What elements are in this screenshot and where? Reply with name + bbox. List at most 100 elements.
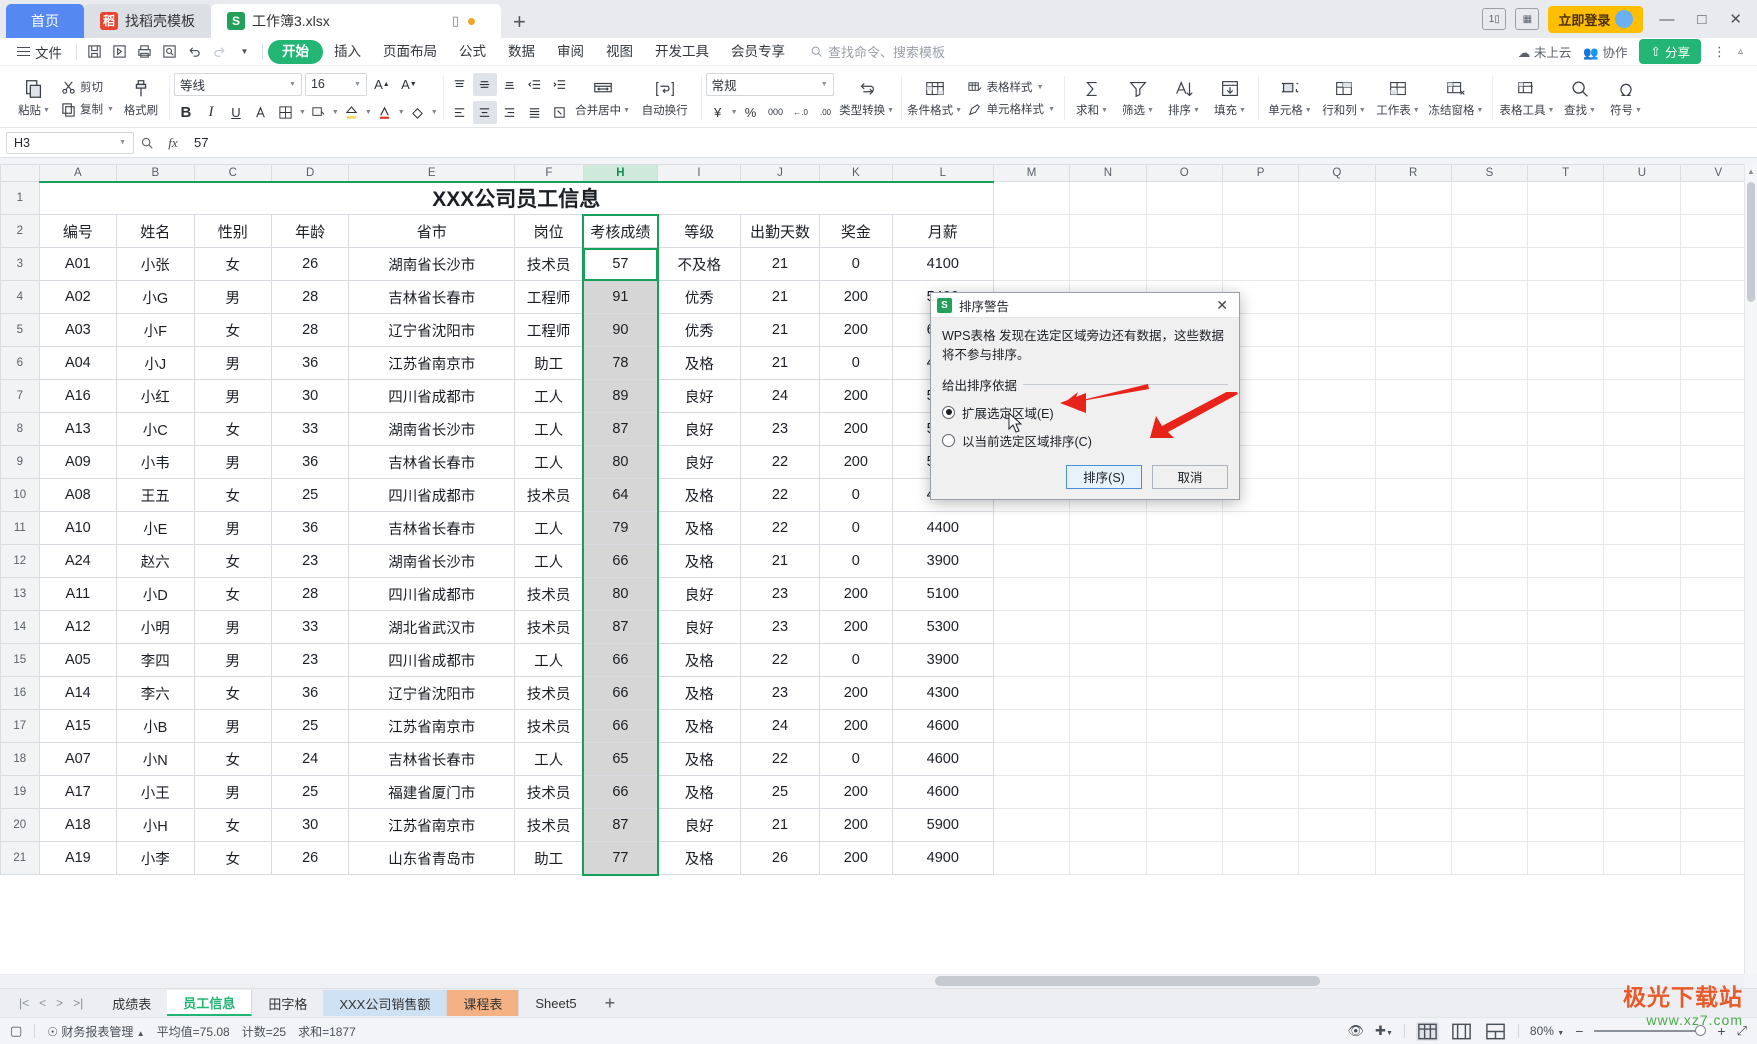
cell-L15[interactable]: 3900	[891, 643, 994, 677]
close-button[interactable]: ✕	[1722, 10, 1749, 28]
add-sheet-button[interactable]: +	[593, 993, 628, 1014]
cut-button[interactable]: 剪切	[57, 77, 118, 97]
select-all-corner[interactable]	[0, 164, 40, 182]
empty-cell[interactable]	[1298, 808, 1376, 842]
cell-E21[interactable]: 山东省青岛市	[348, 841, 516, 875]
sheet-tab-sheet5[interactable]: Sheet5	[519, 990, 593, 1016]
empty-cell[interactable]	[1450, 775, 1529, 809]
table-row[interactable]: 12 A24 赵六女 23 湖南省长沙市 工人 66 及格 21 0 3900	[0, 544, 1757, 578]
empty-cell[interactable]	[1298, 709, 1376, 743]
empty-cell[interactable]	[1145, 676, 1223, 710]
empty-cell[interactable]	[992, 742, 1071, 776]
row-header-12[interactable]: 12	[0, 544, 40, 578]
column-header-I[interactable]: I	[657, 164, 741, 182]
cell-J21[interactable]: 26	[739, 841, 820, 875]
empty-cell[interactable]	[1603, 181, 1681, 215]
cell-K7[interactable]: 200	[818, 379, 893, 413]
cell-F11[interactable]: 工人	[514, 511, 584, 545]
cell-K8[interactable]: 200	[818, 412, 893, 446]
cell-B6[interactable]: 小J	[116, 346, 195, 380]
cell-J16[interactable]: 23	[739, 676, 820, 710]
table-row[interactable]: 13 A11 小D 女 28 四川省成都市 技术员 80 良好 23 200 5100	[0, 577, 1757, 611]
empty-cell[interactable]	[1069, 709, 1147, 743]
empty-cell[interactable]	[1298, 346, 1376, 380]
type-convert-button[interactable]: 类型转换 ▼	[838, 70, 896, 126]
number-format-select[interactable]: 常规 ▼	[705, 72, 834, 96]
empty-cell[interactable]	[1527, 280, 1605, 314]
cell-F20[interactable]: 技术员	[514, 808, 584, 842]
empty-cell[interactable]	[1450, 478, 1529, 512]
column-header-P[interactable]: P	[1221, 164, 1300, 182]
empty-cell[interactable]	[1374, 313, 1452, 347]
cell-I8[interactable]: 良好	[657, 412, 741, 446]
row-header-4[interactable]: 4	[0, 280, 40, 314]
column-header-L[interactable]: L	[891, 164, 994, 182]
cell-D11[interactable]: 36	[270, 511, 350, 545]
cell-C10[interactable]: 女	[193, 478, 272, 512]
cell-J11[interactable]: 22	[739, 511, 820, 545]
cell-E16[interactable]: 辽宁省沈阳市	[348, 676, 516, 710]
cell-H5[interactable]: 90	[582, 313, 659, 347]
cell-F17[interactable]: 技术员	[514, 709, 584, 743]
empty-cell[interactable]	[1221, 610, 1300, 644]
empty-cell[interactable]	[1527, 181, 1605, 215]
cell-K13[interactable]: 200	[818, 577, 893, 611]
cell-K9[interactable]: 200	[818, 445, 893, 479]
cell-I5[interactable]: 优秀	[657, 313, 741, 347]
table-row[interactable]: 6A04小J男36江苏省南京市助工78及格2104500	[0, 346, 1757, 380]
cell-I6[interactable]: 及格	[657, 346, 741, 380]
empty-cell[interactable]	[992, 511, 1071, 545]
cell-style-button[interactable]: 单元格样式 ▼	[964, 99, 1059, 119]
cell-K17[interactable]: 200	[818, 709, 893, 743]
empty-cell[interactable]	[1527, 247, 1605, 281]
empty-cell[interactable]	[1298, 610, 1376, 644]
empty-cell[interactable]	[1221, 808, 1300, 842]
first-sheet-button[interactable]: |<	[15, 996, 33, 1010]
next-sheet-button[interactable]: >	[52, 996, 67, 1010]
empty-cell[interactable]	[1527, 808, 1605, 842]
cell-K18[interactable]: 0	[818, 742, 893, 776]
collapse-ribbon-icon[interactable]: ▵	[1738, 46, 1743, 57]
empty-cell[interactable]	[1603, 445, 1681, 479]
cell-F7[interactable]: 工人	[514, 379, 584, 413]
empty-cell[interactable]	[1145, 511, 1223, 545]
empty-cell[interactable]	[1069, 775, 1147, 809]
cell-D17[interactable]: 25	[270, 709, 350, 743]
empty-cell[interactable]	[1374, 610, 1452, 644]
merge-center-button[interactable]: 合并居中 ▼	[572, 70, 634, 126]
empty-cell[interactable]	[1527, 412, 1605, 446]
cell-D18[interactable]: 24	[270, 742, 350, 776]
cell-E12[interactable]: 湖南省长沙市	[348, 544, 516, 578]
cell-B12[interactable]: 赵六	[116, 544, 195, 578]
command-search[interactable]: 查找命令、搜索模板	[810, 42, 945, 61]
row-header-3[interactable]: 3	[0, 247, 40, 281]
cell-E6[interactable]: 江苏省南京市	[348, 346, 516, 380]
table-row[interactable]: 14 A12 小明男 33 湖北省武汉市 技术员 87 良好 23 200 5300	[0, 610, 1757, 644]
empty-cell[interactable]	[1069, 643, 1147, 677]
cell-H7[interactable]: 89	[582, 379, 659, 413]
empty-cell[interactable]	[1298, 511, 1376, 545]
row-header-2[interactable]: 2	[0, 214, 40, 248]
fill-button[interactable]: 填充 ▼	[1207, 70, 1253, 126]
cell-B5[interactable]: 小F	[116, 313, 195, 347]
split-view-icon[interactable]: 1▯	[1482, 8, 1507, 30]
cell-H15[interactable]: 66	[582, 643, 659, 677]
cell-A11[interactable]: A10	[38, 511, 118, 545]
empty-cell[interactable]	[1298, 676, 1376, 710]
empty-cell[interactable]	[1374, 544, 1452, 578]
cell-C8[interactable]: 女	[193, 412, 272, 446]
cell-C5[interactable]: 女	[193, 313, 272, 347]
column-header-T[interactable]: T	[1527, 164, 1605, 182]
table-row[interactable]: 8A13小C女33湖南省长沙市工人87良好232005000	[0, 412, 1757, 446]
zoom-slider-knob[interactable]	[1695, 1025, 1707, 1037]
empty-cell[interactable]	[1298, 742, 1376, 776]
column-header-U[interactable]: U	[1603, 164, 1681, 182]
empty-cell[interactable]	[1374, 445, 1452, 479]
cell-H2[interactable]: 考核成绩	[582, 213, 659, 248]
cell-D16[interactable]: 36	[270, 676, 350, 710]
row-header-16[interactable]: 16	[0, 676, 40, 710]
empty-cell[interactable]	[1221, 742, 1300, 776]
tab-view[interactable]: 视图	[595, 40, 644, 64]
empty-cell[interactable]	[1069, 181, 1147, 215]
column-header-C[interactable]: C	[193, 164, 272, 182]
